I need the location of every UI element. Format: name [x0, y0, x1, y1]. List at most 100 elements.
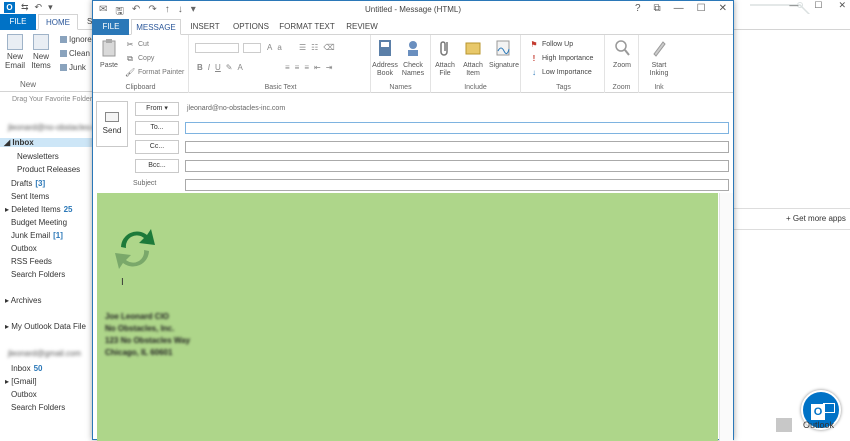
paste-button[interactable]: Paste [95, 39, 123, 70]
ribbon-display-icon[interactable]: ⧉ [654, 3, 661, 14]
send-button[interactable]: Send [96, 101, 128, 147]
folder-budget-meeting[interactable]: Budget Meeting [0, 218, 94, 227]
folder-sent-items[interactable]: Sent Items [0, 192, 94, 201]
new-items-label: New Items [31, 52, 51, 70]
main-minimize-icon[interactable]: — [789, 0, 798, 11]
get-more-apps-link[interactable]: + Get more apps [786, 214, 846, 223]
cut-button[interactable]: ✂ Cut [125, 40, 149, 49]
folder-newsletters[interactable]: Newsletters [0, 152, 94, 161]
undo-icon[interactable]: ↶ [35, 2, 43, 13]
tab-format-text[interactable]: FORMAT TEXT [277, 19, 337, 35]
people-icon[interactable] [776, 418, 792, 432]
tab-message[interactable]: MESSAGE [131, 19, 181, 35]
numbering-icon[interactable]: ☷ [311, 43, 318, 52]
check-names-icon [408, 41, 418, 56]
zoom-button[interactable]: Zoom [608, 39, 636, 70]
folder-inbox[interactable]: ◢ Inbox [0, 138, 94, 147]
main-tab-file[interactable]: FILE [0, 14, 36, 30]
font-size-box[interactable] [243, 43, 261, 53]
copy-button[interactable]: ⧉ Copy [125, 54, 154, 63]
send-receive-icon[interactable]: ⇆ [21, 2, 29, 13]
folder-deleted-items[interactable]: ▸ Deleted Items 25 [0, 205, 94, 214]
font-color-icon[interactable]: A [238, 63, 243, 72]
start-inking-button[interactable]: Start Inking [645, 39, 673, 78]
bold-button[interactable]: B [197, 63, 203, 72]
shrink-font-icon[interactable]: a [277, 43, 281, 52]
italic-button[interactable]: I [208, 63, 210, 72]
new-items-button[interactable]: New Items [28, 34, 54, 70]
clear-format-icon[interactable]: ⌫ [323, 43, 334, 52]
indent-icon[interactable]: ⇤ [314, 63, 321, 72]
main-maximize-icon[interactable]: ☐ [814, 0, 822, 11]
align-left-icon[interactable]: ≡ [285, 63, 290, 72]
tab-file[interactable]: FILE [93, 19, 129, 35]
folder-outbox-2[interactable]: Outbox [0, 390, 94, 399]
folder-gmail[interactable]: ▸ [Gmail] [0, 377, 94, 386]
ignore-button[interactable]: Ignore [60, 35, 92, 44]
folder-product-releases[interactable]: Product Releases [0, 165, 94, 174]
outdent-icon[interactable]: ⇥ [326, 63, 333, 72]
subject-field[interactable] [185, 179, 729, 191]
folder-gmail-label: [Gmail] [11, 377, 37, 386]
check-names-button[interactable]: Check Names [399, 39, 427, 78]
ribbon-group-basic-text: Aa ☰ ☷ ⌫ B I U ✎ A ≡ ≡ ≡ ⇤ ⇥ Basic Text [191, 35, 371, 93]
folder-drafts[interactable]: Drafts [3] [0, 179, 94, 188]
folder-archives[interactable]: ▸ Archives [0, 296, 94, 305]
signature-line-3: 123 No Obstacles Way [105, 336, 191, 345]
message-body[interactable]: I Joe Leonard CIO No Obstacles, Inc. 123… [97, 193, 718, 441]
signature-button[interactable]: Signature [489, 39, 519, 70]
underline-button[interactable]: U [215, 63, 221, 72]
high-importance-button[interactable]: ! High Importance [529, 54, 594, 63]
qat-dropdown-icon[interactable]: ▾ [48, 2, 53, 13]
clean-up-button[interactable]: Clean [60, 49, 90, 58]
new-email-icon [7, 34, 23, 50]
to-button[interactable]: To... [135, 121, 179, 135]
tab-review[interactable]: REVIEW [341, 19, 383, 35]
new-email-button[interactable]: New Email [2, 34, 28, 70]
minimize-icon[interactable]: — [674, 3, 684, 14]
drafts-count: [3] [35, 179, 46, 188]
account-header-1[interactable]: jleonard@no-obstacles-inc.com [8, 123, 120, 132]
compose-window-controls: ? ⧉ — ☐ ✕ [635, 3, 727, 14]
highlight-icon[interactable]: ✎ [226, 63, 233, 72]
format-painter-button[interactable]: 🖌 Format Painter [125, 68, 184, 77]
account-header-2[interactable]: jleonard@gmail.com [8, 349, 102, 358]
folder-search-folders-2[interactable]: Search Folders [0, 403, 94, 412]
bullets-icon[interactable]: ☰ [299, 43, 306, 52]
low-importance-button[interactable]: ↓ Low Importance [529, 68, 592, 77]
bcc-button[interactable]: Bcc... [135, 159, 179, 173]
main-tab-home[interactable]: HOME [38, 14, 78, 30]
body-scrollbar[interactable] [719, 193, 733, 441]
align-right-icon[interactable]: ≡ [304, 63, 309, 72]
folder-junk-email[interactable]: Junk Email [1] [0, 231, 94, 240]
signature-line-2: No Obstacles, Inc. [105, 324, 175, 333]
attach-file-button[interactable]: Attach File [431, 39, 459, 78]
align-center-icon[interactable]: ≡ [295, 63, 300, 72]
folder-search-folders[interactable]: Search Folders [0, 270, 94, 279]
grow-font-icon[interactable]: A [267, 43, 272, 52]
follow-up-button[interactable]: ⚑ Follow Up [529, 40, 573, 49]
folder-inbox-2[interactable]: Inbox 50 [0, 364, 94, 373]
folder-data-file-label: My Outlook Data File [11, 322, 86, 331]
main-close-icon[interactable]: ✕ [838, 0, 846, 11]
address-book-button[interactable]: Address Book [371, 39, 399, 78]
help-icon[interactable]: ? [635, 3, 641, 14]
tab-options[interactable]: OPTIONS [229, 19, 273, 35]
font-name-box[interactable] [195, 43, 239, 53]
folder-my-outlook-data-file[interactable]: ▸ My Outlook Data File [0, 322, 94, 331]
maximize-icon[interactable]: ☐ [697, 3, 706, 14]
group-label-clipboard: Clipboard [125, 84, 156, 91]
bcc-field[interactable] [185, 160, 729, 172]
from-button[interactable]: From ▾ [135, 102, 179, 116]
folder-outbox[interactable]: Outbox [0, 244, 94, 253]
attach-item-button[interactable]: Attach Item [459, 39, 487, 78]
close-icon[interactable]: ✕ [719, 3, 727, 14]
tab-insert[interactable]: INSERT [185, 19, 225, 35]
folder-rss-feeds[interactable]: RSS Feeds [0, 257, 94, 266]
cc-button[interactable]: Cc... [135, 140, 179, 154]
ribbon-group-clipboard: Paste ✂ Cut ⧉ Copy 🖌 Format Painter Clipboa… [93, 35, 189, 93]
from-label: From [146, 105, 163, 112]
to-field[interactable] [185, 122, 729, 134]
junk-button[interactable]: Junk [60, 63, 86, 72]
cc-field[interactable] [185, 141, 729, 153]
